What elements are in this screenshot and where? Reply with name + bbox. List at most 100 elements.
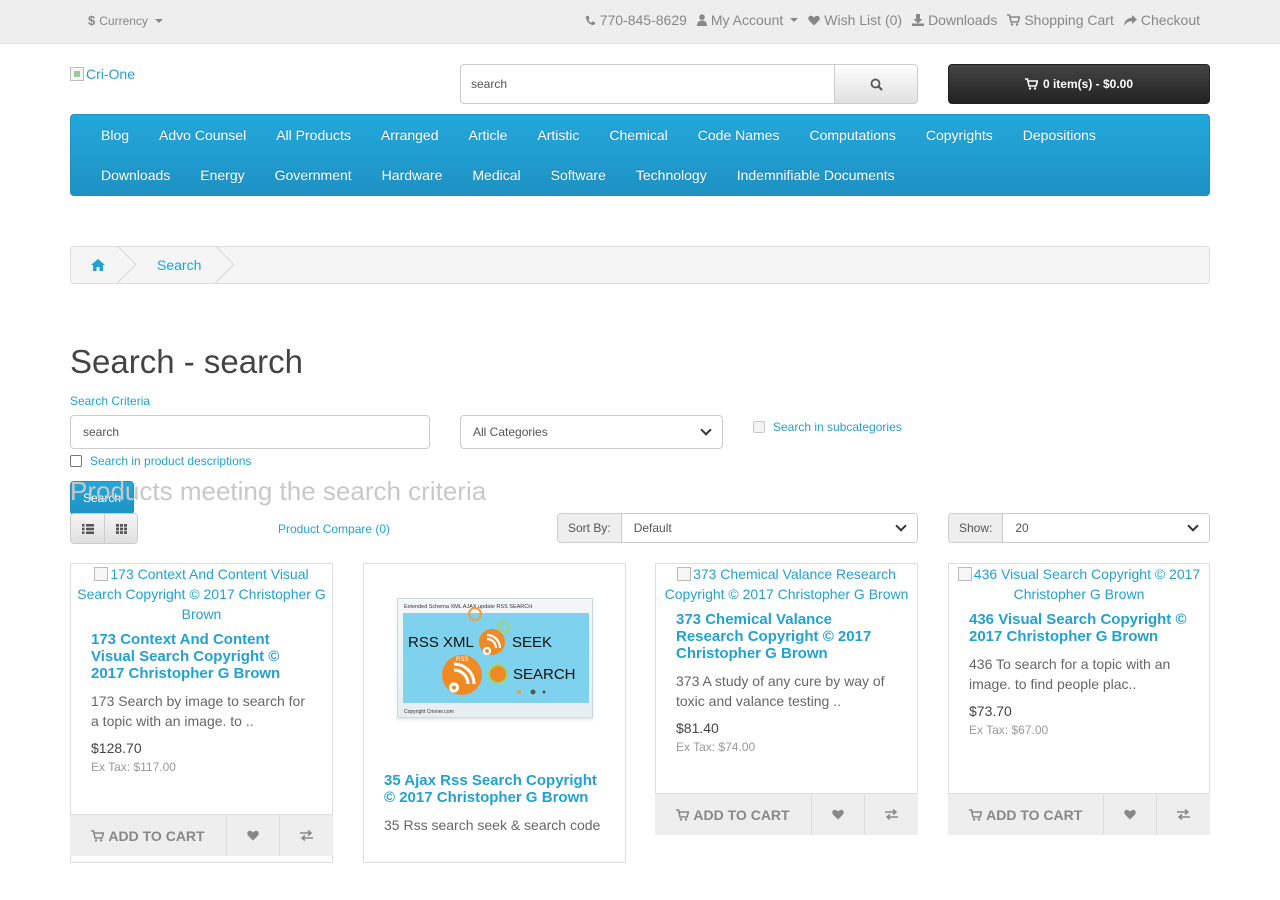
home-icon	[91, 259, 105, 271]
logo-alt-text: Cri-One	[86, 66, 136, 82]
menu-item-government[interactable]: Government	[260, 155, 367, 195]
heart-icon	[247, 830, 259, 841]
my-account-label: My Account	[710, 12, 784, 28]
menu-item-blog[interactable]: Blog	[86, 115, 144, 155]
product-image[interactable]: 436 Visual Search Copyright © 2017 Chris…	[949, 564, 1209, 604]
add-to-cart-label: Add to Cart	[986, 806, 1083, 823]
checkout-link[interactable]: Checkout	[1123, 12, 1200, 28]
list-view-button[interactable]	[71, 514, 104, 543]
menu-item-artistic[interactable]: Artistic	[522, 115, 594, 155]
product-card: Extended Schema XML AJAX update RSS SEAR…	[363, 563, 626, 863]
breadcrumb-home[interactable]	[71, 247, 125, 283]
caret-down-icon	[790, 18, 799, 22]
add-to-cart-button[interactable]: Add to Cart	[655, 794, 812, 835]
wish-list-link[interactable]: Wish List (0)	[808, 12, 902, 28]
subcategories-label: Search in subcategories	[773, 420, 902, 434]
menu-item-arranged[interactable]: Arranged	[366, 115, 454, 155]
header-search	[460, 64, 918, 104]
results-toolbar: Product Compare (0) Sort By: Default Sho…	[70, 513, 1210, 544]
menu-item-chemical[interactable]: Chemical	[594, 115, 682, 155]
menu-item-copyrights[interactable]: Copyrights	[911, 115, 1008, 155]
product-name[interactable]: 373 Chemical Valance Research Copyright …	[656, 611, 917, 662]
shopping-cart-icon	[1007, 14, 1021, 26]
descriptions-checkbox[interactable]	[70, 455, 82, 467]
broken-image-icon	[677, 567, 692, 581]
add-to-wishlist-button[interactable]	[227, 815, 280, 856]
menu-item-technology[interactable]: Technology	[621, 155, 722, 195]
sort-by-select[interactable]: Sort By: Default	[557, 513, 918, 543]
add-to-wishlist-button[interactable]	[812, 794, 865, 835]
product-image[interactable]: Extended Schema XML AJAX update RSS SEAR…	[396, 598, 593, 718]
menu-item-software[interactable]: Software	[536, 155, 621, 195]
product-tax: Ex Tax: $74.00	[676, 740, 756, 754]
search-criteria-label: Search Criteria	[70, 394, 151, 408]
dollar-icon: $	[88, 13, 96, 28]
site-logo[interactable]: Cri-One	[70, 66, 135, 82]
breadcrumb-search[interactable]: Search	[125, 247, 223, 283]
menu-item-depositions[interactable]: Depositions	[1008, 115, 1111, 155]
top-bar: $ Currency 770-845-8629 My Account Wish …	[0, 0, 1280, 44]
menu-item-all-products[interactable]: All Products	[261, 115, 366, 155]
chevron-down-icon	[700, 424, 712, 436]
product-name[interactable]: 35 Ajax Rss Search Copyright © 2017 Chri…	[364, 772, 625, 806]
menu-item-medical[interactable]: Medical	[457, 155, 535, 195]
product-image-alt: 373 Chemical Valance Research Copyright …	[664, 566, 909, 602]
category-selected: All Categories	[473, 425, 548, 439]
product-image[interactable]: 373 Chemical Valance Research Copyright …	[656, 564, 917, 604]
product-compare-link[interactable]: Product Compare (0)	[278, 522, 390, 536]
add-to-wishlist-button[interactable]	[1104, 794, 1158, 835]
shopping-cart-icon	[676, 808, 690, 821]
shopping-cart-icon	[969, 808, 983, 821]
product-card: 173 Context And Content Visual Search Co…	[70, 563, 333, 863]
menu-item-computations[interactable]: Computations	[794, 115, 910, 155]
cart-button[interactable]: 0 item(s) - $0.00	[948, 64, 1210, 104]
product-tax: Ex Tax: $117.00	[91, 760, 176, 774]
product-name[interactable]: 436 Visual Search Copyright © 2017 Chris…	[949, 611, 1209, 645]
search-criteria-input[interactable]	[70, 415, 430, 449]
breadcrumb-label: Search	[157, 257, 202, 273]
product-image[interactable]: 173 Context And Content Visual Search Co…	[71, 564, 332, 624]
menu-item-energy[interactable]: Energy	[185, 155, 259, 195]
product-price: $73.70	[969, 703, 1012, 719]
product-card: 436 Visual Search Copyright © 2017 Chris…	[948, 563, 1210, 835]
menu-item-code-names[interactable]: Code Names	[683, 115, 795, 155]
menu-item-article[interactable]: Article	[454, 115, 523, 155]
show-label: Show:	[949, 514, 1004, 542]
menu-item-indemnifiable-documents[interactable]: Indemnifiable Documents	[722, 155, 910, 195]
shopping-cart-link[interactable]: Shopping Cart	[1007, 12, 1114, 28]
menu-item-advo-counsel[interactable]: Advo Counsel	[144, 115, 261, 155]
downloads-link[interactable]: Downloads	[912, 12, 997, 28]
phone-link[interactable]: 770-845-8629	[585, 12, 687, 28]
phone-number: 770-845-8629	[599, 12, 687, 28]
add-to-cart-button[interactable]: Add to Cart	[70, 815, 227, 856]
currency-dropdown[interactable]: $ Currency	[88, 13, 163, 28]
subcategories-option: Search in subcategories	[753, 420, 902, 434]
rss-image-footer: Copyright Crioner.com	[404, 709, 454, 715]
chevron-down-icon	[1187, 520, 1199, 532]
show-limit-select[interactable]: Show: 20	[948, 513, 1210, 543]
category-select[interactable]: All Categories	[460, 415, 723, 449]
compare-button[interactable]	[1157, 794, 1210, 835]
product-name[interactable]: 173 Context And Content Visual Search Co…	[71, 631, 332, 682]
heart-icon	[832, 809, 844, 820]
compare-button[interactable]	[280, 815, 333, 856]
download-icon	[912, 14, 925, 26]
broken-image-icon	[94, 567, 109, 581]
menu-item-downloads[interactable]: Downloads	[86, 155, 185, 195]
product-actions: Add to Cart	[948, 793, 1210, 835]
shopping-cart-icon	[1024, 78, 1038, 90]
header-search-button[interactable]	[834, 64, 918, 104]
product-tax: Ex Tax: $67.00	[969, 723, 1049, 737]
header-search-input[interactable]	[460, 64, 835, 104]
broken-image-icon	[957, 567, 972, 581]
menu-item-hardware[interactable]: Hardware	[367, 155, 458, 195]
user-icon	[696, 14, 707, 26]
add-to-cart-button[interactable]: Add to Cart	[948, 794, 1105, 835]
my-account-dropdown[interactable]: My Account	[696, 12, 799, 28]
compare-button[interactable]	[865, 794, 918, 835]
share-arrow-icon	[1123, 14, 1137, 26]
grid-view-button[interactable]	[104, 514, 137, 543]
list-icon	[81, 523, 94, 534]
subcategories-checkbox[interactable]	[753, 421, 765, 433]
rss-search-graphic: Extended Schema XML AJAX update RSS SEAR…	[402, 604, 589, 715]
